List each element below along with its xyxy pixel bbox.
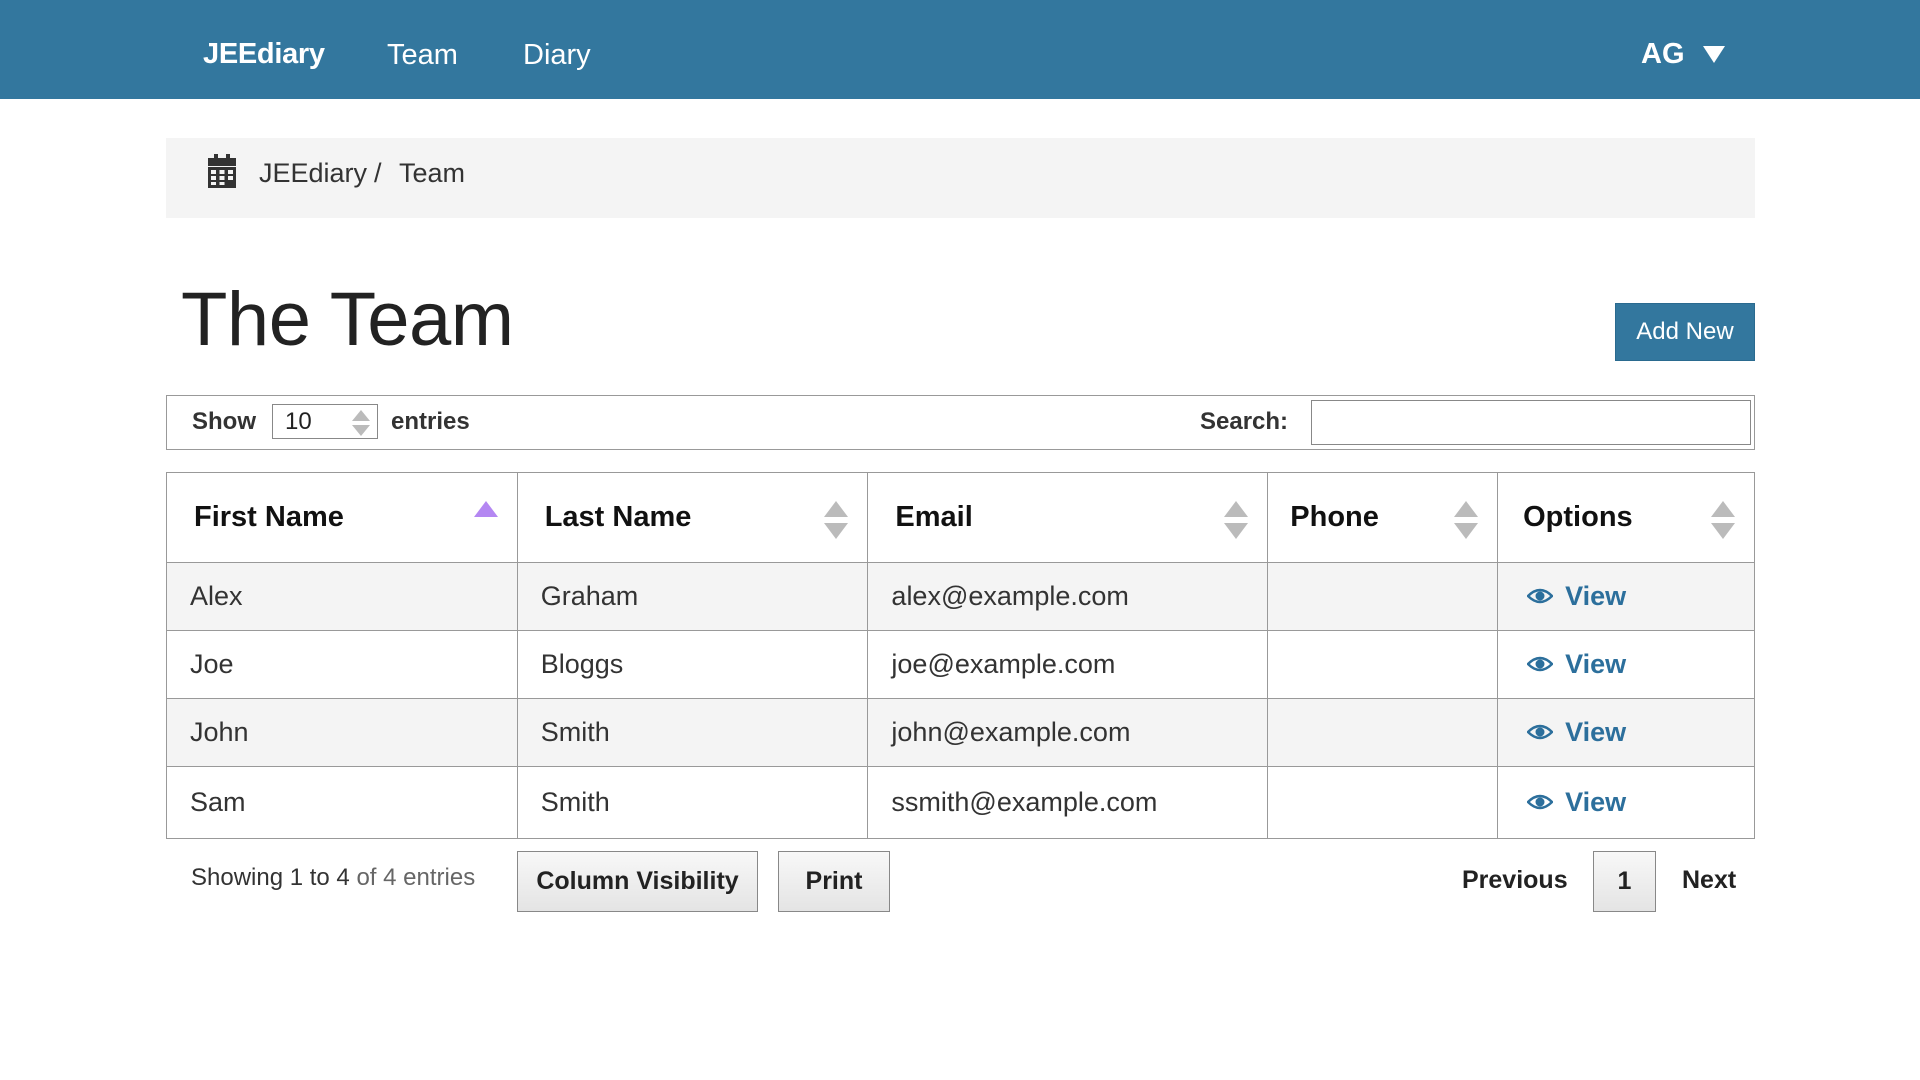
column-header-label: Phone <box>1290 501 1379 533</box>
view-link-label: View <box>1565 648 1627 679</box>
sort-ascending-icon <box>473 501 498 517</box>
column-header-label: Last Name <box>544 501 692 533</box>
entries-label: entries <box>391 408 470 435</box>
column-header-options[interactable]: Options <box>1497 472 1755 563</box>
top-navbar: JEEdiary Team Diary AG <box>0 0 1920 99</box>
cell-last-name: Smith <box>516 766 869 839</box>
add-new-button[interactable]: Add New <box>1615 303 1755 361</box>
eye-icon <box>1527 795 1554 810</box>
user-menu-toggle[interactable]: AG <box>1641 38 1725 71</box>
pagination-page-1[interactable]: 1 <box>1593 851 1656 912</box>
cell-email: alex@example.com <box>867 562 1269 631</box>
cell-options: View <box>1497 562 1755 631</box>
cell-options: View <box>1497 766 1755 839</box>
table-header-row: First Name Last Name Email Phone Options <box>166 472 1755 563</box>
sort-both-icon <box>1224 501 1249 539</box>
team-table: First Name Last Name Email Phone Options… <box>166 472 1755 839</box>
calendar-icon <box>208 154 236 188</box>
cell-phone <box>1267 562 1499 631</box>
breadcrumb-current: Team <box>399 158 466 188</box>
table-row: Joe Bloggs joe@example.com View <box>166 630 1755 699</box>
column-header-last-name[interactable]: Last Name <box>516 472 869 563</box>
cell-email: joe@example.com <box>867 630 1269 699</box>
cell-options: View <box>1497 698 1755 767</box>
info-range: Showing 1 to 4 <box>191 864 350 891</box>
view-link-label: View <box>1565 716 1627 747</box>
cell-first-name: Alex <box>166 562 518 631</box>
caret-down-icon <box>1702 46 1725 63</box>
user-initials: AG <box>1641 38 1685 70</box>
page-title: The Team <box>181 277 514 362</box>
cell-last-name: Smith <box>516 698 869 767</box>
show-label: Show <box>192 408 256 435</box>
column-header-email[interactable]: Email <box>867 472 1269 563</box>
view-link-label: View <box>1565 580 1627 611</box>
sort-both-icon <box>1711 501 1735 539</box>
view-link[interactable]: View <box>1527 787 1626 818</box>
breadcrumb-separator: / <box>374 158 382 188</box>
page-length-select[interactable]: 10 <box>272 404 378 439</box>
column-header-label: Options <box>1523 501 1633 533</box>
nav-link-team[interactable]: Team <box>387 39 458 72</box>
page-length-value: 10 <box>285 408 312 435</box>
table-row: John Smith john@example.com View <box>166 698 1755 767</box>
pagination-next[interactable]: Next <box>1682 866 1736 895</box>
pagination-previous[interactable]: Previous <box>1462 866 1568 895</box>
view-link-label: View <box>1565 786 1627 817</box>
brand-link[interactable]: JEEdiary <box>203 38 325 71</box>
info-total: of 4 entries <box>356 864 476 891</box>
eye-icon <box>1527 589 1554 604</box>
cell-email: ssmith@example.com <box>867 766 1269 839</box>
view-link[interactable]: View <box>1527 649 1626 680</box>
cell-options: View <box>1497 630 1755 699</box>
cell-phone <box>1267 766 1499 839</box>
eye-icon <box>1527 657 1554 672</box>
search-label: Search: <box>1200 408 1289 435</box>
cell-last-name: Bloggs <box>516 630 869 699</box>
cell-first-name: John <box>166 698 518 767</box>
print-button[interactable]: Print <box>778 851 890 912</box>
cell-phone <box>1267 698 1499 767</box>
search-input[interactable] <box>1311 400 1751 445</box>
cell-first-name: Joe <box>166 630 518 699</box>
table-row: Alex Graham alex@example.com View <box>166 562 1755 631</box>
column-header-label: First Name <box>194 501 344 533</box>
breadcrumb-home[interactable]: JEEdiary <box>259 158 367 189</box>
cell-email: john@example.com <box>867 698 1269 767</box>
column-header-label: Email <box>895 501 973 533</box>
table-controls: Show 10 entries Search: <box>166 395 1755 450</box>
breadcrumb: JEEdiary / Team <box>166 138 1755 218</box>
cell-last-name: Graham <box>516 562 869 631</box>
table-info: Showing 1 to 4 of 4 entries <box>191 864 475 892</box>
sort-both-icon <box>824 501 849 539</box>
cell-first-name: Sam <box>166 766 518 839</box>
view-link[interactable]: View <box>1527 581 1626 612</box>
cell-phone <box>1267 630 1499 699</box>
column-visibility-button[interactable]: Column Visibility <box>517 851 758 912</box>
sort-both-icon <box>1454 501 1479 539</box>
nav-link-diary[interactable]: Diary <box>523 39 591 72</box>
view-link[interactable]: View <box>1527 717 1626 748</box>
column-header-phone[interactable]: Phone <box>1267 472 1499 563</box>
table-row: Sam Smith ssmith@example.com View <box>166 766 1755 839</box>
eye-icon <box>1527 725 1554 740</box>
column-header-first-name[interactable]: First Name <box>166 472 518 563</box>
updown-arrows-icon <box>352 410 370 436</box>
